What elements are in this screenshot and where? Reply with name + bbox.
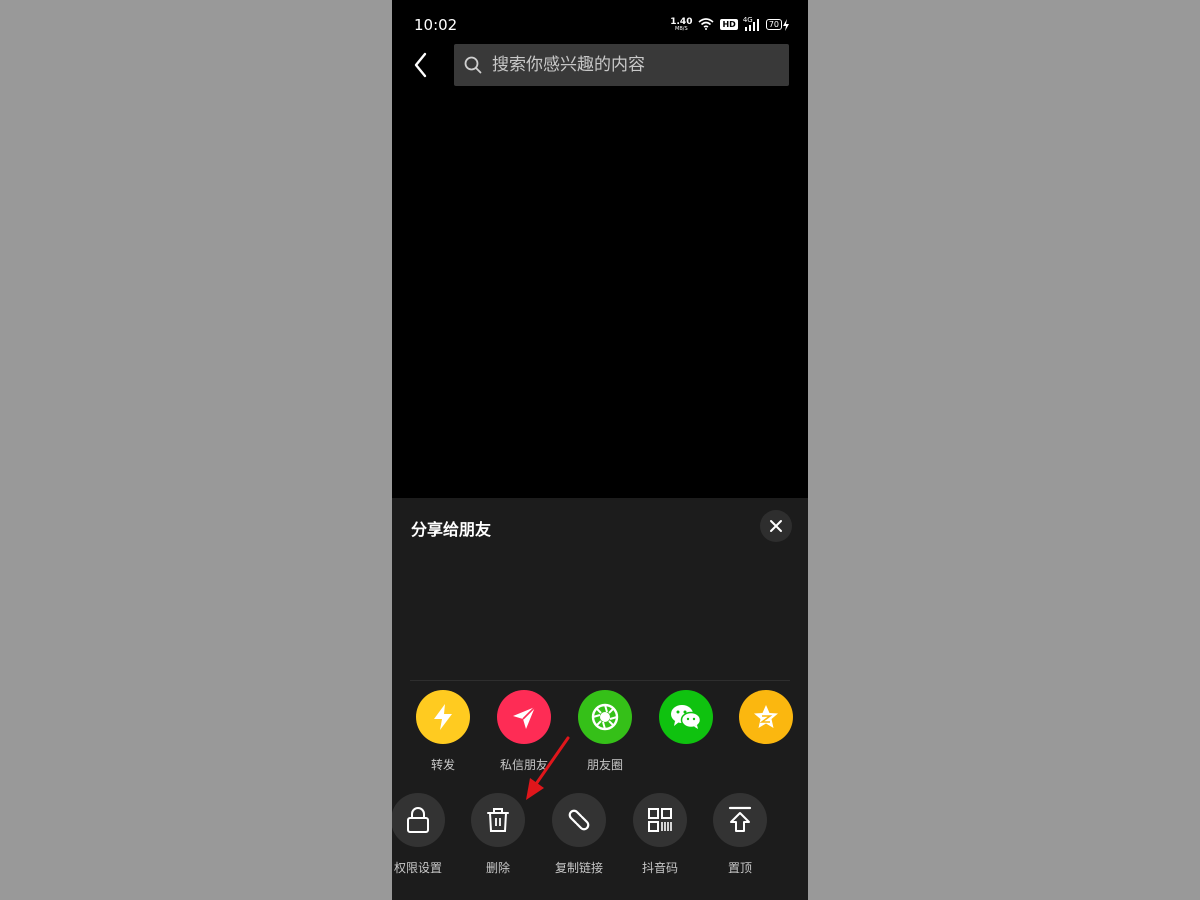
action-douyin-code[interactable]: 抖音码 [619,793,701,876]
qzone-star-icon [754,705,778,728]
sheet-title: 分享给朋友 [411,520,492,539]
action-label: 删除 [485,861,510,875]
status-icons: 1.40 MB/S HD 4G 70 [670,15,790,34]
delete-circle [471,793,525,847]
share-sheet: 分享给朋友 转发 私信朋友 朋友圈 权限设置 删除 复制链接 抖音码 置顶 [392,498,808,900]
moments-circle [578,690,632,744]
link-icon [568,809,590,831]
douyin-code-circle [633,793,687,847]
wifi-icon [698,15,714,34]
wechat-circle [659,690,713,744]
search-bar[interactable] [454,44,789,86]
share-repost[interactable]: 转发 [402,690,484,773]
paper-plane-icon [513,706,536,729]
network-speed: 1.40 MB/S [670,17,692,32]
permission-circle [392,793,445,847]
status-time: 10:02 [414,16,458,34]
direct-message-circle [497,690,551,744]
action-permission-settings[interactable]: 权限设置 [392,793,459,876]
trash-icon [487,808,509,832]
close-button[interactable] [760,510,792,542]
search-input[interactable] [490,54,774,76]
action-label: 抖音码 [641,861,678,875]
share-label: 私信朋友 [499,758,548,772]
lightning-icon [434,704,452,730]
copy-link-circle [552,793,606,847]
qzone-circle [739,690,793,744]
action-label: 权限设置 [393,861,442,875]
share-wechat[interactable] [645,690,727,756]
share-direct-message[interactable]: 私信朋友 [483,690,565,773]
action-delete[interactable]: 删除 [457,793,539,876]
chevron-left-icon [414,52,427,78]
network-type: 4G [742,15,753,24]
action-label: 复制链接 [554,861,603,875]
status-bar: 10:02 1.40 MB/S HD 4G 70 [392,0,808,48]
moments-icon [591,703,619,731]
wechat-icon [671,705,702,729]
network-speed-unit: MB/S [675,25,688,32]
share-label: 转发 [430,758,455,772]
charging-bolt-icon [783,18,789,31]
hd-badge: HD [720,19,738,30]
qr-code-icon [648,808,672,832]
repost-circle [416,690,470,744]
phone-screen: 10:02 1.40 MB/S HD 4G 70 搜索你感兴趣的内容 分享给朋友… [392,0,808,900]
share-qzone[interactable] [725,690,807,756]
lock-icon [407,807,429,833]
close-icon [770,520,782,532]
search-icon [464,56,482,74]
pin-to-top-circle [713,793,767,847]
sheet-divider [410,680,790,681]
share-moments[interactable]: 朋友圈 [564,690,646,773]
action-pin-to-top[interactable]: 置顶 [699,793,781,876]
battery-icon: 70 [765,18,790,31]
back-button[interactable] [410,50,434,80]
action-label: 置顶 [727,861,752,875]
pin-to-top-icon [728,806,752,832]
signal-icon: 4G [742,15,760,31]
action-copy-link[interactable]: 复制链接 [538,793,620,876]
share-label: 朋友圈 [586,758,623,772]
battery-level: 70 [765,19,782,30]
